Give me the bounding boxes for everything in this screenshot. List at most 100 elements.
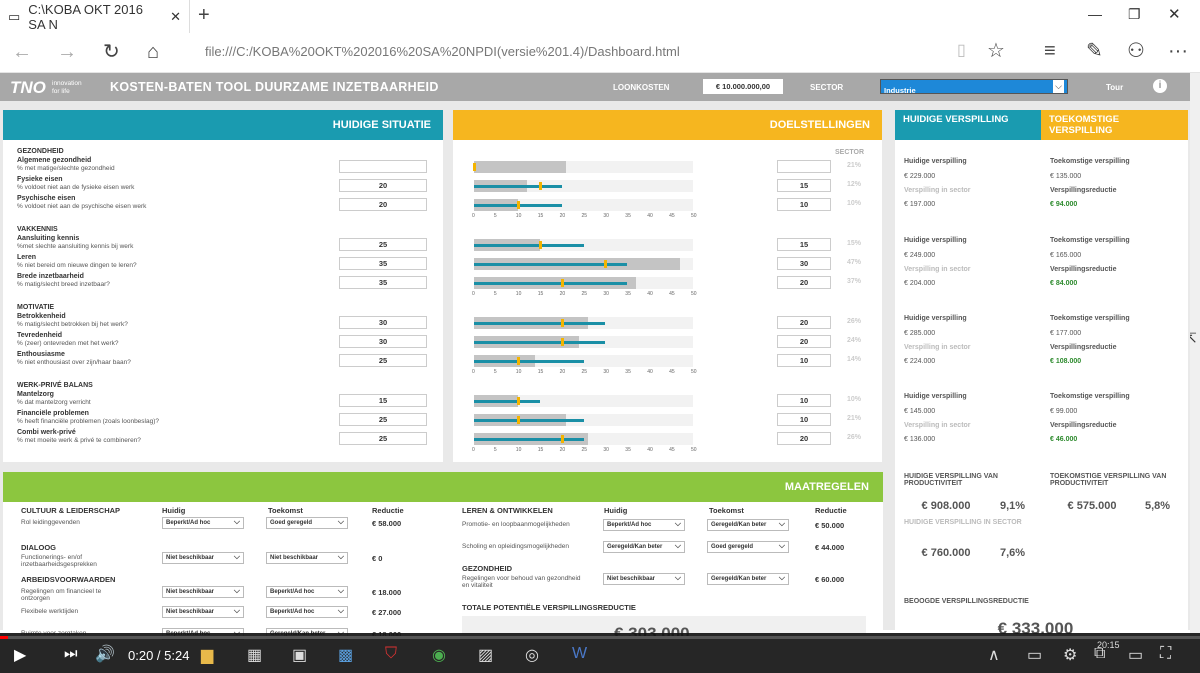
calculator-icon[interactable]: ▦ [247,645,262,665]
current-input[interactable]: 25 [339,413,427,426]
store-icon[interactable]: ▣ [292,645,307,665]
current-select[interactable]: Niet beschikbaar [162,605,244,618]
next-icon[interactable]: ⏭ [64,645,78,662]
current-input[interactable]: 30 [339,316,427,329]
sector-select[interactable]: Industrie ⌵ [880,79,1068,95]
current-input[interactable]: 20 [339,179,427,192]
maximize-icon[interactable]: ❐ [1128,6,1141,23]
current-waste-title: HUIDIGE VERSPILLING [903,114,1009,125]
minimize-icon[interactable]: — [1088,6,1102,22]
current-input[interactable]: 25 [339,238,427,251]
media-icon[interactable]: ◎ [525,645,539,665]
current-input[interactable]: 25 [339,432,427,445]
goal-marker [560,338,564,346]
total-reduction-label: TOTALE POTENTIËLE VERSPILLINGSREDUCTIE [462,603,636,612]
subtitles-icon[interactable]: ▭ [1027,645,1042,665]
photos-icon[interactable]: ▨ [478,645,493,665]
shield-icon[interactable]: ⛉ [385,645,397,663]
row-sublabel: % met matige/slechte gezondheid [17,165,115,172]
play-icon[interactable]: ▶ [14,645,26,665]
chrome-icon[interactable]: ◉ [432,645,446,665]
goal-input[interactable]: 30 [777,257,831,270]
goal-input[interactable]: 20 [777,335,831,348]
current-input[interactable]: 30 [339,335,427,348]
current-select[interactable]: Niet beschikbaar [603,572,685,585]
goal-input[interactable]: 15 [777,179,831,192]
current-select[interactable]: Niet beschikbaar [162,585,244,598]
current-select[interactable]: Niet beschikbaar [162,551,244,564]
goal-input[interactable]: 10 [777,413,831,426]
current-input[interactable]: 35 [339,276,427,289]
axis-tick-label: 0 [472,369,475,375]
tour-link[interactable]: Tour [1106,83,1123,92]
home-icon[interactable]: ⌂ [147,42,159,62]
browser-tab[interactable]: ▭ C:\KOBA OKT 2016 SA N ✕ [0,0,190,33]
prod-sector-pct: 7,6% [1000,547,1026,559]
current-input[interactable] [339,160,427,173]
goal-input[interactable]: 20 [777,316,831,329]
loonkosten-input[interactable]: € 10.000.000,00 [703,79,783,94]
refresh-icon[interactable]: ↻ [103,42,120,62]
current-select[interactable]: Geregeld/Kan beter [603,540,685,553]
word-icon[interactable]: W [572,645,587,663]
current-input[interactable]: 15 [339,394,427,407]
settings-icon[interactable]: ⚙ [1063,645,1077,665]
current-input[interactable]: 25 [339,354,427,367]
folder-icon[interactable]: ▆ [201,645,213,665]
axis-tick-label: 20 [559,291,566,297]
back-icon[interactable]: ← [12,42,32,62]
future-select[interactable]: Geregeld/Kan beter [707,518,789,531]
more-icon[interactable]: ··· [1168,41,1188,61]
future-select[interactable]: Beperkt/Ad hoc [266,605,348,618]
forward-icon[interactable]: → [57,42,77,62]
current-input[interactable]: 35 [339,257,427,270]
row-sublabel: % voldoet niet aan de fysieke eisen werk [17,184,135,191]
close-tab-icon[interactable]: ✕ [170,9,181,25]
teams-icon[interactable]: ▩ [338,645,353,665]
tray-chevron-icon[interactable]: ∧ [988,645,1000,665]
goal-input[interactable]: 10 [777,394,831,407]
reading-view-icon[interactable]: ▯ [957,43,966,59]
new-tab-icon[interactable]: + [198,5,210,25]
page-scrollbar[interactable] [1190,73,1200,633]
tab-title: C:\KOBA OKT 2016 SA N [28,1,143,32]
measure-reduction: € 50.000 [815,521,845,530]
close-window-icon[interactable]: ✕ [1168,5,1181,23]
future-select[interactable]: Goed geregeld [707,540,789,553]
future-select[interactable]: Geregeld/Kan beter [707,572,789,585]
leren-category: LEREN & ONTWIKKELEN [462,506,553,515]
current-select[interactable]: Beperkt/Ad hoc [162,516,244,529]
current-bar [474,359,584,363]
goal-input[interactable]: 20 [777,432,831,445]
future-select[interactable]: Niet beschikbaar [266,551,348,564]
notes-icon[interactable]: ✎ [1086,41,1103,61]
axis-tick-label: 50 [691,291,697,297]
video-progress-track[interactable] [0,636,1200,639]
row-sublabel: % niet bereid om nieuwe dingen te leren? [17,262,137,269]
goal-input[interactable]: 15 [777,238,831,251]
prod-current-value: € 908.000 [904,496,988,516]
volume-icon[interactable]: 🔊 [95,644,115,664]
goal-input[interactable]: 10 [777,354,831,367]
share-icon[interactable]: ⚇ [1127,41,1145,61]
measure-label: Regelingen voor behoud van gezondheid en… [462,575,581,589]
url-field[interactable]: file:///C:/KOBA%20OKT%202016%20SA%20NPDI… [205,44,680,59]
current-select[interactable]: Beperkt/Ad hoc [603,518,685,531]
axis-tick-label: 15 [537,447,544,453]
future-select[interactable]: Beperkt/Ad hoc [266,585,348,598]
goal-input[interactable]: 20 [777,276,831,289]
info-icon[interactable]: i [1153,79,1167,93]
sector-waste-value: € 224.000 [904,358,936,365]
theater-icon[interactable]: ▭ [1128,645,1143,665]
sector-percentage: 47% [847,259,862,266]
row-label: Betrokkenheid [17,313,66,320]
future-select[interactable]: Goed geregeld [266,516,348,529]
current-input[interactable]: 20 [339,198,427,211]
fullscreen-icon[interactable]: ⛶ [1160,645,1171,663]
goal-input[interactable] [777,160,831,173]
hub-icon[interactable]: ≡ [1044,41,1056,61]
current-waste-label: Huidige verspilling [904,158,967,165]
current-situation-title: HUIDIGE SITUATIE [332,119,431,131]
favorite-star-icon[interactable]: ☆ [987,41,1005,61]
goal-input[interactable]: 10 [777,198,831,211]
